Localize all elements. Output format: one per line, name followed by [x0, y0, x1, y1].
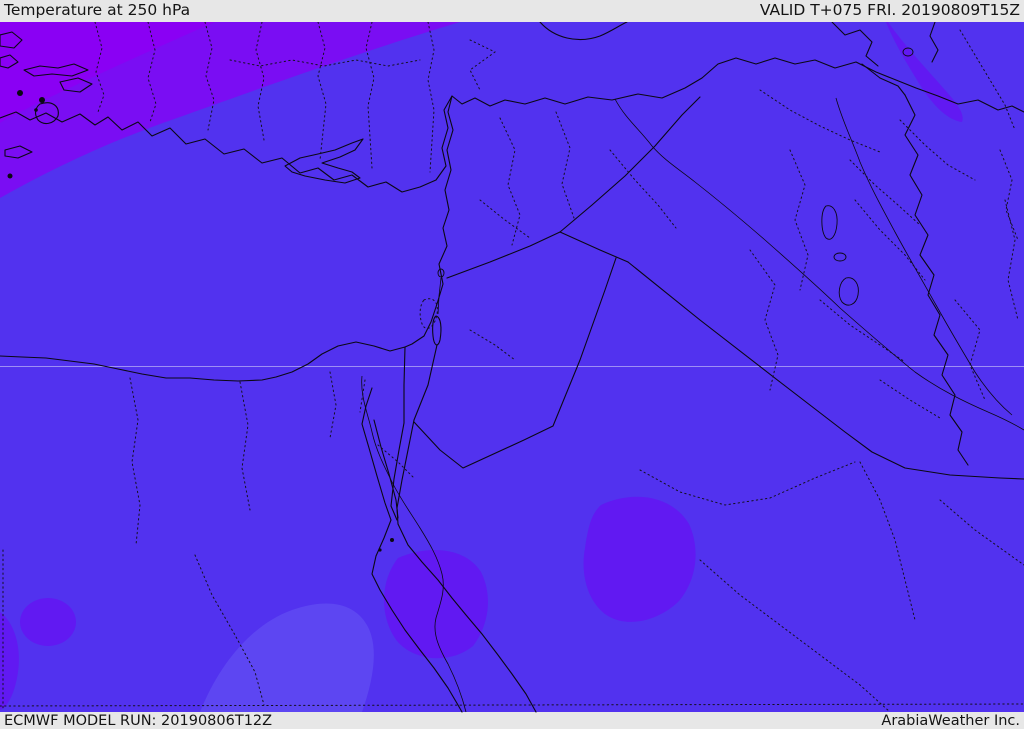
island-dot-2	[39, 97, 45, 103]
model-run-label: ECMWF MODEL RUN: 20190806T12Z	[4, 712, 273, 729]
weather-map-screen: Temperature at 250 hPa VALID T+075 FRI. …	[0, 0, 1024, 729]
header-bar: Temperature at 250 hPa VALID T+075 FRI. …	[0, 0, 1024, 22]
valid-time-label: VALID T+075 FRI. 20190809T15Z	[759, 1, 1020, 20]
island-dot-3	[34, 108, 38, 112]
island-dot-4	[7, 173, 13, 179]
map-title: Temperature at 250 hPa	[4, 1, 191, 20]
temp-band-mid-redsea-west	[383, 549, 488, 659]
weather-map	[0, 21, 1024, 713]
credit-label: ArabiaWeather Inc.	[881, 712, 1020, 729]
footer-bar: ECMWF MODEL RUN: 20190806T12Z ArabiaWeat…	[0, 713, 1024, 729]
island-dot-1	[17, 90, 23, 96]
tiran-island	[390, 538, 394, 542]
temp-band-mid-blob-sw	[20, 598, 76, 646]
